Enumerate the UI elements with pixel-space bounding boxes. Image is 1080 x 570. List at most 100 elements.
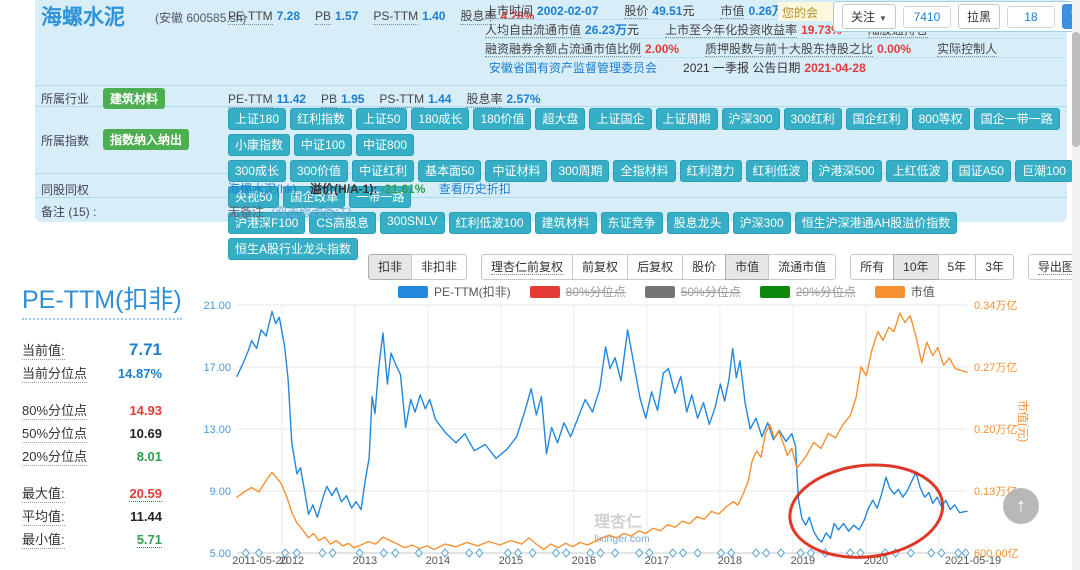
index-tag[interactable]: 沪深300: [733, 212, 791, 234]
dividend-event-marker[interactable]: [928, 549, 935, 557]
toolbar-button[interactable]: 非扣非: [411, 254, 467, 280]
toolbar-button[interactable]: 流通市值: [768, 254, 836, 280]
index-tag[interactable]: 超大盘: [535, 108, 585, 130]
legend-item[interactable]: 市值: [875, 283, 935, 300]
info-label: 市值: [720, 4, 744, 19]
dividend-event-marker[interactable]: [669, 549, 676, 557]
index-tag[interactable]: 国企一带一路: [974, 108, 1060, 130]
block-button[interactable]: 拉黑: [958, 4, 1000, 29]
index-tag[interactable]: 中证800: [356, 134, 414, 156]
scrollbar-thumb[interactable]: [1072, 32, 1080, 147]
toolbar-button[interactable]: 扣非: [368, 254, 412, 280]
dividend-event-marker[interactable]: [636, 549, 643, 557]
hk-stock-link[interactable]: 海螺水泥(hk): [228, 182, 297, 196]
dividend-event-marker[interactable]: [476, 549, 483, 557]
dividend-event-marker[interactable]: [694, 549, 701, 557]
index-tag[interactable]: 国企红利: [846, 108, 908, 130]
legend-item[interactable]: 50%分位点: [645, 283, 741, 300]
follow-button[interactable]: 关注▼: [842, 4, 896, 29]
toolbar-button-label: 流通市值: [778, 260, 826, 274]
index-tag[interactable]: 小康指数: [228, 134, 290, 156]
index-tag[interactable]: 建筑材料: [535, 212, 597, 234]
stat-value: 7.71: [129, 340, 162, 360]
index-tag[interactable]: 300成长: [228, 160, 286, 182]
index-tag[interactable]: 上红低波: [886, 160, 948, 182]
index-tag[interactable]: 东证竞争: [601, 212, 663, 234]
toolbar-button[interactable]: 后复权: [627, 254, 683, 280]
index-tag[interactable]: 红利潜力: [680, 160, 742, 182]
toolbar-button[interactable]: 市值: [725, 254, 769, 280]
dividend-event-marker[interactable]: [415, 549, 422, 557]
info-value: 26.23万: [585, 23, 627, 37]
index-inout-badge[interactable]: 指数纳入纳出: [103, 129, 189, 150]
index-tag[interactable]: 沪港深500: [812, 160, 882, 182]
index-tag[interactable]: 300价值: [290, 160, 348, 182]
dividend-event-marker[interactable]: [319, 549, 326, 557]
toolbar-button[interactable]: 5年: [938, 254, 977, 280]
dividend-event-marker[interactable]: [380, 549, 387, 557]
dividend-event-marker[interactable]: [753, 549, 760, 557]
dividend-event-marker[interactable]: [329, 549, 336, 557]
index-tag[interactable]: 800等权: [912, 108, 970, 130]
index-tag[interactable]: 上证国企: [589, 108, 651, 130]
dividend-event-marker[interactable]: [392, 549, 399, 557]
toolbar-button[interactable]: 3年: [975, 254, 1014, 280]
toolbar-button-label: 10年: [903, 260, 928, 274]
index-tag[interactable]: 上证180: [228, 108, 286, 130]
legend-item[interactable]: PE-TTM(扣非): [398, 283, 511, 300]
index-tag[interactable]: 巨潮100: [1015, 160, 1073, 182]
index-tag[interactable]: 300SNLV: [380, 212, 444, 234]
index-tag[interactable]: 中证材料: [485, 160, 547, 182]
dividend-event-marker[interactable]: [466, 549, 473, 557]
index-tag[interactable]: 红利低波: [746, 160, 808, 182]
dividend-event-marker[interactable]: [553, 549, 560, 557]
dividend-event-marker[interactable]: [777, 549, 784, 557]
back-to-top-button[interactable]: ↑: [1003, 488, 1039, 524]
index-tag[interactable]: 基本面50: [418, 160, 481, 182]
index-tag[interactable]: 中证100: [294, 134, 352, 156]
toolbar-button[interactable]: 10年: [893, 254, 938, 280]
axis-tick-label: 市值(元): [1016, 400, 1030, 442]
index-tag[interactable]: 300红利: [784, 108, 842, 130]
dividend-event-marker[interactable]: [680, 549, 687, 557]
dividend-event-marker[interactable]: [763, 549, 770, 557]
remark-content[interactable]: 无备注 (双击修改备注): [228, 203, 351, 220]
history-discount-link[interactable]: 查看历史折扣: [439, 182, 511, 196]
index-tag[interactable]: 沪深300: [722, 108, 780, 130]
stat-label: 当前值:: [22, 340, 65, 360]
info-item: 安徽省国有资产监督管理委员会: [485, 59, 657, 76]
toolbar-button-group: 理杏仁前复权前复权后复权股价市值流通市值: [481, 254, 836, 280]
index-tag[interactable]: 180价值: [473, 108, 531, 130]
index-tag[interactable]: 恒生A股行业龙头指数: [228, 238, 358, 260]
index-tag[interactable]: 180成长: [411, 108, 469, 130]
toolbar-button[interactable]: 前复权: [572, 254, 628, 280]
index-tag[interactable]: 红利低波100: [449, 212, 531, 234]
pe-trend-chart[interactable]: 21.000.34万亿17.000.27万亿13.000.20万亿9.000.1…: [195, 283, 1075, 570]
legend-item[interactable]: 80%分位点: [530, 283, 626, 300]
info-value[interactable]: 安徽省国有资产监督管理委员会: [489, 61, 657, 75]
dividend-event-marker[interactable]: [529, 549, 536, 557]
index-tag[interactable]: 红利指数: [290, 108, 352, 130]
dividend-event-marker[interactable]: [907, 549, 914, 557]
index-tag[interactable]: 全指材料: [613, 160, 675, 182]
toolbar-button[interactable]: 理杏仁前复权: [481, 254, 573, 280]
toolbar-button[interactable]: 股价: [682, 254, 726, 280]
stat-label: 最小值:: [22, 529, 65, 549]
index-tag[interactable]: 恒生沪深港通AH股溢价指数: [795, 212, 958, 234]
metric-value: 7.28: [277, 9, 300, 23]
dividend-event-marker[interactable]: [597, 549, 604, 557]
dividend-event-marker[interactable]: [563, 549, 570, 557]
index-tag[interactable]: 上证周期: [656, 108, 718, 130]
dividend-event-marker[interactable]: [612, 549, 619, 557]
legend-swatch: [530, 286, 560, 298]
index-tag[interactable]: 300周期: [551, 160, 609, 182]
toolbar-button[interactable]: 所有: [850, 254, 894, 280]
industry-badge[interactable]: 建筑材料: [103, 88, 165, 109]
index-tag[interactable]: 上证50: [356, 108, 407, 130]
metric-item: 股息率2.57%: [466, 90, 540, 107]
legend-item[interactable]: 20%分位点: [760, 283, 856, 300]
stock-info-panel: 海螺水泥 (安徽 600585.sh) PE-TTM7.28PB1.57PS-T…: [35, 0, 1067, 222]
index-tag[interactable]: 国证A50: [952, 160, 1011, 182]
index-tag[interactable]: 股息龙头: [667, 212, 729, 234]
index-tag[interactable]: 中证红利: [352, 160, 414, 182]
